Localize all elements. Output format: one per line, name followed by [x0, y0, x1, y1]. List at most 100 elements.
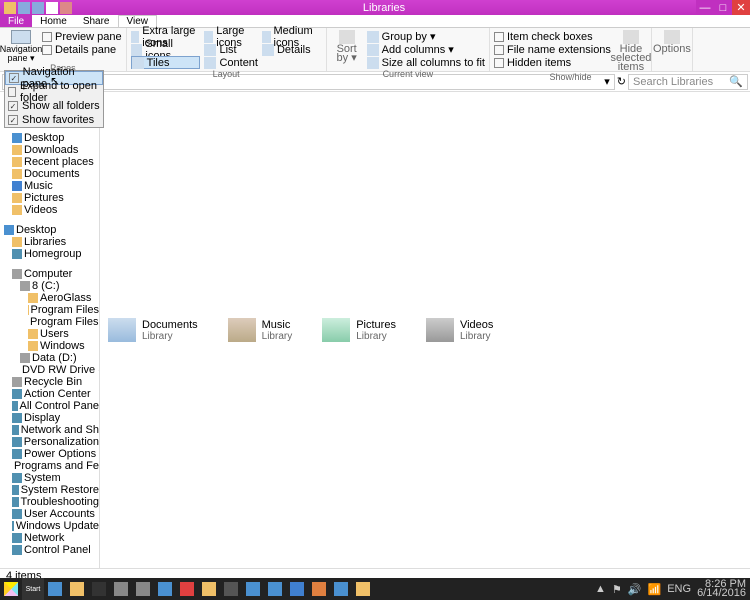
- taskbar-app[interactable]: [132, 578, 154, 600]
- tree-troubleshoot[interactable]: Troubleshooting: [0, 496, 99, 508]
- taskbar-app[interactable]: [264, 578, 286, 600]
- tree-desktop[interactable]: Desktop: [0, 132, 99, 144]
- library-pictures[interactable]: PicturesLibrary: [322, 108, 396, 552]
- tree-control-panel[interactable]: Control Panel: [0, 544, 99, 556]
- taskbar-app[interactable]: [66, 578, 88, 600]
- taskbar-app[interactable]: [242, 578, 264, 600]
- taskbar-app[interactable]: [330, 578, 352, 600]
- tree-all-cp[interactable]: All Control Pane: [0, 400, 99, 412]
- tree-computer[interactable]: Computer: [0, 268, 99, 280]
- qat-icon[interactable]: [18, 2, 30, 14]
- close-button[interactable]: ✕: [732, 0, 750, 15]
- tree-drive-c[interactable]: 8 (C:): [0, 280, 99, 292]
- group-by-button[interactable]: Group by ▾: [367, 30, 485, 43]
- quick-access-toolbar: [4, 2, 72, 14]
- tray-icon[interactable]: ▲: [595, 583, 606, 595]
- qat-icon[interactable]: [46, 2, 58, 14]
- tree-sysrestore[interactable]: System Restore: [0, 484, 99, 496]
- preview-pane-button[interactable]: Preview pane: [42, 30, 122, 43]
- file-tab[interactable]: File: [0, 15, 32, 27]
- clock[interactable]: 8:26 PM6/14/2016: [697, 580, 746, 598]
- qat-icon[interactable]: [32, 2, 44, 14]
- start-label[interactable]: Start: [22, 578, 44, 600]
- tree-folder[interactable]: Users: [0, 328, 99, 340]
- tray-icon[interactable]: 📶: [648, 583, 662, 596]
- taskbar-app[interactable]: [154, 578, 176, 600]
- details-pane-button[interactable]: Details pane: [42, 43, 122, 56]
- tree-videos[interactable]: Videos: [0, 204, 99, 216]
- library-documents[interactable]: DocumentsLibrary: [108, 108, 198, 552]
- app-icon: [202, 582, 216, 596]
- taskbar-app[interactable]: [198, 578, 220, 600]
- tree-downloads[interactable]: Downloads: [0, 144, 99, 156]
- tree-desktop-root[interactable]: Desktop: [0, 224, 99, 236]
- tree-display[interactable]: Display: [0, 412, 99, 424]
- item-check-boxes-toggle[interactable]: Item check boxes: [494, 30, 611, 43]
- maximize-button[interactable]: □: [714, 0, 732, 15]
- taskbar-app[interactable]: [176, 578, 198, 600]
- home-tab[interactable]: Home: [32, 15, 75, 27]
- tree-pictures[interactable]: Pictures: [0, 192, 99, 204]
- check-icon: ✓: [9, 73, 19, 83]
- taskbar-app[interactable]: [44, 578, 66, 600]
- file-name-extensions-toggle[interactable]: File name extensions: [494, 43, 611, 56]
- library-videos[interactable]: VideosLibrary: [426, 108, 493, 552]
- options-button[interactable]: Options: [656, 30, 688, 59]
- start-button[interactable]: [0, 578, 22, 600]
- taskbar-app[interactable]: [110, 578, 132, 600]
- tray-icon[interactable]: ⚑: [612, 583, 622, 596]
- taskbar-app[interactable]: [286, 578, 308, 600]
- minimize-button[interactable]: —: [696, 0, 714, 15]
- share-tab[interactable]: Share: [75, 15, 118, 27]
- tree-drive-d[interactable]: Data (D:): [0, 352, 99, 364]
- taskbar-app[interactable]: [308, 578, 330, 600]
- tree-folder[interactable]: Windows: [0, 340, 99, 352]
- tray-icon[interactable]: 🔊: [628, 583, 642, 596]
- dropdown-expand[interactable]: Expand to open folder: [5, 85, 103, 99]
- tree-folder[interactable]: AeroGlass: [0, 292, 99, 304]
- medium-icons-button[interactable]: Medium icons: [262, 30, 322, 43]
- navigation-tree[interactable]: Desktop Downloads Recent places Document…: [0, 92, 100, 568]
- tree-dvd[interactable]: DVD RW Drive (J:: [0, 364, 99, 376]
- tree-recent[interactable]: Recent places: [0, 156, 99, 168]
- content-area[interactable]: DocumentsLibrary MusicLibrary PicturesLi…: [100, 92, 750, 568]
- list-button[interactable]: List: [204, 43, 258, 56]
- small-icons-button[interactable]: Small icons: [131, 43, 201, 56]
- tree-system[interactable]: System: [0, 472, 99, 484]
- tree-network-sharing[interactable]: Network and Sh: [0, 424, 99, 436]
- large-icons-button[interactable]: Large icons: [204, 30, 258, 43]
- taskbar-app[interactable]: [220, 578, 242, 600]
- navigation-pane-button[interactable]: Navigation pane ▾: [4, 30, 38, 63]
- content-button[interactable]: Content: [204, 56, 258, 69]
- tree-personalization[interactable]: Personalization: [0, 436, 99, 448]
- taskbar[interactable]: Start ▲ ⚑ 🔊 📶 ENG 8:26 PM6/14/2016: [0, 578, 750, 600]
- taskbar-app[interactable]: [352, 578, 374, 600]
- tree-documents[interactable]: Documents: [0, 168, 99, 180]
- tree-folder[interactable]: Program Files (: [0, 316, 99, 328]
- tree-homegroup[interactable]: Homegroup: [0, 248, 99, 260]
- tree-power[interactable]: Power Options: [0, 448, 99, 460]
- tree-music[interactable]: Music: [0, 180, 99, 192]
- tree-programs[interactable]: Programs and Fe: [0, 460, 99, 472]
- details-button[interactable]: Details: [262, 43, 322, 56]
- tree-winupdate[interactable]: Windows Update: [0, 520, 99, 532]
- dropdown-showfav[interactable]: ✓Show favorites: [5, 113, 103, 127]
- tree-recycle[interactable]: Recycle Bin: [0, 376, 99, 388]
- qat-icon[interactable]: [60, 2, 72, 14]
- sort-by-button[interactable]: Sort by ▾: [331, 30, 363, 69]
- lang-indicator[interactable]: ENG: [667, 583, 691, 595]
- hidden-items-toggle[interactable]: Hidden items: [494, 56, 611, 69]
- tree-folder[interactable]: Program Files: [0, 304, 99, 316]
- tree-libraries[interactable]: Libraries: [0, 236, 99, 248]
- tree-network[interactable]: Network: [0, 532, 99, 544]
- system-tray[interactable]: ▲ ⚑ 🔊 📶 ENG 8:26 PM6/14/2016: [595, 580, 750, 598]
- tiles-button[interactable]: Tiles: [131, 56, 201, 69]
- qat-icon[interactable]: [4, 2, 16, 14]
- hide-selected-button[interactable]: Hide selected items: [615, 30, 647, 72]
- tree-useraccounts[interactable]: User Accounts: [0, 508, 99, 520]
- add-columns-button[interactable]: Add columns ▾: [367, 43, 485, 56]
- size-columns-button[interactable]: Size all columns to fit: [367, 56, 485, 69]
- library-music[interactable]: MusicLibrary: [228, 108, 293, 552]
- taskbar-app[interactable]: [88, 578, 110, 600]
- tree-action-center[interactable]: Action Center: [0, 388, 99, 400]
